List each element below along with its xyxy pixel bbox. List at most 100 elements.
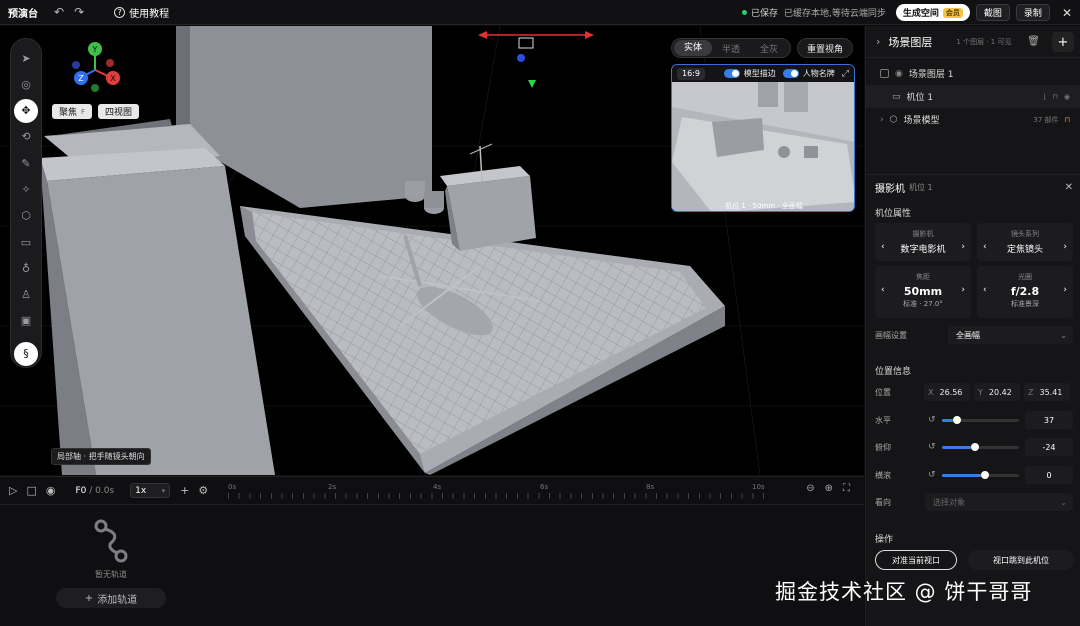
nameplate-toggle[interactable] [782,69,799,78]
lens-series-card[interactable]: 镜头系列 ‹ 定焦镜头 › [977,223,1073,261]
stop-icon[interactable]: □ [26,484,36,497]
light-tool-icon[interactable]: ♁ [14,257,38,281]
reset-icon[interactable]: ↺ [928,442,936,452]
play-icon[interactable]: ▷ [9,484,17,497]
focal-length-card[interactable]: 焦距 ‹ 50mm › 标准 · 27.0° [875,266,971,318]
transform-tool-icon[interactable]: ✧ [14,178,38,202]
speed-select[interactable]: 1x ▾ [130,483,171,498]
reset-icon[interactable]: ↺ [928,470,936,480]
zoom-in-icon[interactable]: ⊕ [825,483,833,494]
lock-icon[interactable]: ⊓ [1065,116,1070,124]
add-icon[interactable]: + [180,484,189,497]
filter-icon[interactable]: ⚙ [198,484,208,497]
next-icon[interactable]: › [1063,242,1067,255]
pan-slider[interactable] [942,415,1019,424]
path-tool-icon[interactable]: § [14,342,38,366]
eye-icon[interactable]: ◉ [895,69,903,79]
select-tool-icon[interactable]: ➤ [14,46,38,70]
card-note: 标准 · 27.0° [903,300,943,308]
aperture-card[interactable]: 光圈 ‹ f/2.8 › 标准景深 [977,266,1073,318]
redo-icon[interactable]: ↷ [74,5,84,19]
roll-value[interactable]: 0 [1025,466,1073,484]
cube-tool-icon[interactable]: ⬡ [14,204,38,228]
y-field[interactable]: Y 20.42 [974,383,1020,401]
3d-viewport[interactable]: Y X Z ➤ ◎ ✥ ⟲ ✎ ✧ ⬡ ▭ ♁ ♙ ▣ § 聚焦 F 四视图 实… [0,26,864,475]
fit-icon[interactable]: ⛶ [843,483,850,494]
generate-space-button[interactable]: 生成空间 会员 [895,4,970,21]
focus-button[interactable]: 聚焦 F [52,104,93,119]
prev-icon[interactable]: ‹ [983,242,987,255]
trash-icon[interactable]: 🗑 [1027,36,1040,47]
time-ruler[interactable]: 0s 2s 4s 6s 8s 10s [228,477,768,505]
prev-icon[interactable]: ‹ [881,242,885,255]
axis-gizmo[interactable]: Y X Z [66,40,126,100]
z-field[interactable]: Z 35.41 [1024,383,1070,401]
mode-translucent[interactable]: 半透 [712,42,750,55]
roll-slider[interactable] [942,470,1019,479]
card-note: 标准景深 [1011,300,1039,308]
pan-value[interactable]: 37 [1025,411,1073,429]
collapse-icon[interactable]: › [876,35,880,48]
saved-label: 已保存 [751,9,779,19]
top-right-actions: 已保存 已缓存本地,等待云端同步 生成空间 会员 截图 录制 ✕ [742,3,1072,22]
camera-header: 摄影机 机位 1 ✕ [866,174,1080,200]
screenshot-button[interactable]: 截图 [975,4,1010,21]
ruler-ticks [228,493,768,499]
link-icon[interactable]: ⌊ [1044,93,1047,101]
add-track-button[interactable]: + 添加轨道 [56,588,166,608]
figure-tool-icon[interactable]: ♙ [14,283,38,307]
mode-gray[interactable]: 全灰 [750,42,788,55]
orbit-tool-icon[interactable]: ◎ [14,73,38,97]
layer-item[interactable]: ◉ 场景图层 1 [866,62,1080,85]
roll-row: 横滚 ↺ 0 [866,463,1080,487]
frame-select[interactable]: 全画幅 ⌄ [948,326,1073,344]
align-viewport-button[interactable]: 对准当前视口 [875,550,957,570]
pen-tool-icon[interactable]: ✎ [14,151,38,175]
tilt-slider[interactable] [942,442,1019,451]
help-button[interactable]: ? 使用教程 [114,5,169,20]
z-value: 35.41 [1039,387,1063,397]
rotate-tool-icon[interactable]: ⟲ [14,125,38,149]
sync-status: 已缓存本地,等待云端同步 [784,9,886,19]
next-icon[interactable]: › [961,285,965,298]
record-button[interactable]: 录制 [1015,4,1050,21]
camera-tool-icon[interactable]: ▭ [14,230,38,254]
next-icon[interactable]: › [961,242,965,255]
timeline-panel: ▷ □ ◉ F0 / 0.0s 1x ▾ + ⚙ 0s 2s 4s 6s 8s … [0,476,864,626]
add-layer-button[interactable]: + [1052,32,1074,52]
mode-solid[interactable]: 实体 [674,40,712,56]
close-icon[interactable]: ✕ [1062,6,1072,20]
lock-open-icon[interactable]: ⊓ [1052,93,1057,101]
media-tool-icon[interactable]: ▣ [14,309,38,333]
jump-to-camera-button[interactable]: 视口跳到此机位 [968,550,1074,570]
x-value: 26.56 [939,387,963,397]
roll-label: 横滚 [875,470,891,480]
expand-icon[interactable]: ⤢ [842,69,849,79]
next-icon[interactable]: › [1063,285,1067,298]
tilt-value[interactable]: -24 [1025,438,1073,456]
layer-item-camera[interactable]: ▭ 机位 1 ⌊ ⊓ ◉ [866,85,1080,108]
card-value: 50mm [903,285,943,298]
generate-label: 生成空间 [902,9,939,19]
reset-icon[interactable]: ↺ [928,415,936,425]
close-icon[interactable]: ✕ [1065,182,1073,193]
undo-icon[interactable]: ↶ [54,5,64,19]
eye-icon[interactable]: ◉ [1064,93,1070,101]
camera-body-card[interactable]: 摄影机 ‹ 数字电影机 › [875,223,971,261]
four-view-button[interactable]: 四视图 [98,104,140,119]
outline-toggle[interactable] [723,69,740,78]
aspect-ratio-select[interactable]: 16:9 [677,67,705,80]
zoom-out-icon[interactable]: ⊖ [806,483,814,494]
keyframe-icon[interactable]: ◉ [46,484,56,497]
reset-view-button[interactable]: 重置视角 [797,38,853,58]
prev-icon[interactable]: ‹ [881,285,885,298]
empty-text: 暂无轨道 [95,570,127,579]
prev-icon[interactable]: ‹ [983,285,987,298]
x-field[interactable]: X 26.56 [924,383,970,401]
facing-select[interactable]: 选择对象 ⌄ [925,493,1073,511]
layer-item-model[interactable]: › ⬡ 场景模型 37 部件 ⊓ [866,108,1080,131]
expand-chevron-icon[interactable]: › [880,115,884,125]
layer-checkbox[interactable] [880,69,889,78]
move-tool-icon[interactable]: ✥ [14,98,38,123]
layer-actions: ⌊ ⊓ ◉ [1044,93,1070,101]
